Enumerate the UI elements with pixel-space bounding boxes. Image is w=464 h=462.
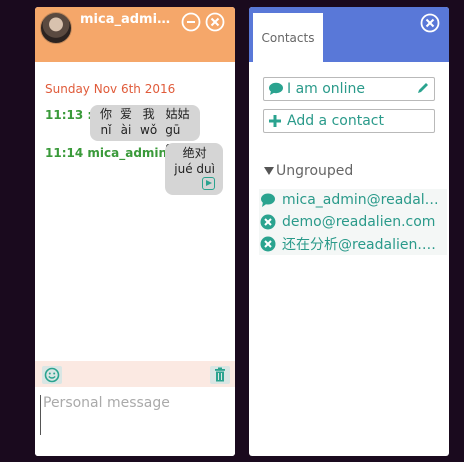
contacts-header: Contacts <box>249 7 449 62</box>
offline-x-icon <box>260 214 276 230</box>
message-time: 11:14 mica_admin: <box>45 146 172 160</box>
close-icon[interactable] <box>205 12 225 32</box>
minimize-icon[interactable] <box>181 12 201 32</box>
message-input-area <box>35 387 235 456</box>
group-toggle[interactable]: Ungrouped <box>264 163 353 179</box>
status-selector[interactable]: I am online <box>263 77 435 101</box>
message-bubble: 绝对 jué duì <box>165 143 223 195</box>
chat-bubble-icon <box>261 193 275 207</box>
plus-icon <box>269 115 281 127</box>
chat-box: mica_admin@readalien.com Sunday Nov 6th … <box>35 7 235 456</box>
caret-down-icon <box>264 167 274 175</box>
chat-content[interactable]: Sunday Nov 6th 2016 11:13 : 你 nǐ 爱 ài 我 wǒ … <box>35 62 235 361</box>
tab-contacts[interactable]: Contacts <box>253 13 323 62</box>
group-name: Ungrouped <box>276 163 354 179</box>
pencil-icon[interactable] <box>416 81 430 95</box>
add-contact-button[interactable]: Add a contact <box>263 109 435 133</box>
status-label: I am online <box>287 81 365 97</box>
chat-header: mica_admin@readalien.com <box>35 7 235 62</box>
message-input[interactable] <box>40 395 225 435</box>
close-icon[interactable] <box>420 13 440 33</box>
contact-item[interactable]: 还在分析@readalien.com <box>259 233 447 255</box>
message-sender: mica_admin: <box>87 146 172 160</box>
add-contact-label: Add a contact <box>287 113 384 129</box>
chat-toolbar <box>35 361 235 387</box>
contact-item[interactable]: demo@readalien.com <box>259 211 447 233</box>
contact-name: demo@readalien.com <box>282 214 436 230</box>
message-bubble: 你nǐ 爱ài 我wǒ 姑姑gū gu <box>90 105 200 154</box>
chat-partner-name[interactable]: mica_admin@readalien.com <box>80 12 174 27</box>
message-time: 11:13 : <box>45 108 93 122</box>
chat-bubble-icon <box>269 82 283 95</box>
contact-name: mica_admin@readalien.com <box>282 192 442 208</box>
chat-date: Sunday Nov 6th 2016 <box>45 82 176 96</box>
avatar <box>40 12 72 44</box>
ruby-char: 绝对 jué duì <box>174 146 215 176</box>
contact-item[interactable]: mica_admin@readalien.com <box>259 189 447 211</box>
contact-name: 还在分析@readalien.com <box>282 237 442 253</box>
trash-icon[interactable] <box>210 366 230 384</box>
offline-x-icon <box>260 236 276 252</box>
contacts-box: Contacts I am online Add a contact Ungro… <box>249 7 449 456</box>
play-audio-icon[interactable] <box>202 177 215 190</box>
smiley-icon[interactable] <box>42 366 62 384</box>
